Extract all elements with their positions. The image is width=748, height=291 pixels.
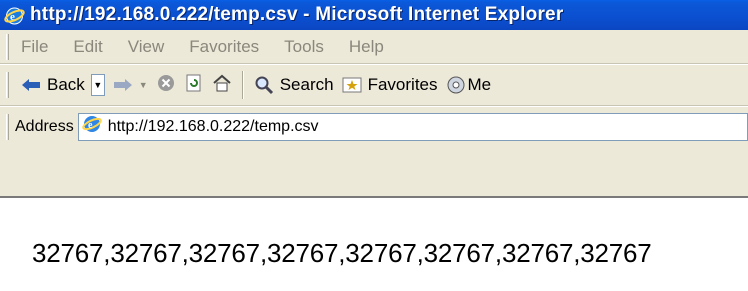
title-bar: e http://192.168.0.222/temp.csv - Micros… xyxy=(0,0,748,30)
refresh-icon xyxy=(184,73,204,98)
menu-favorites[interactable]: Favorites xyxy=(189,37,259,57)
stop-icon xyxy=(156,73,176,98)
search-icon xyxy=(254,75,274,95)
address-input[interactable]: e http://192.168.0.222/temp.csv xyxy=(77,112,748,141)
media-icon xyxy=(446,75,466,95)
chevron-down-icon: ▼ xyxy=(93,80,103,90)
menu-grip[interactable] xyxy=(6,33,9,60)
csv-text: 32767,32767,32767,32767,32767,32767,3276… xyxy=(32,238,652,268)
address-url: http://192.168.0.222/temp.csv xyxy=(107,117,319,135)
forward-button[interactable]: ▼ xyxy=(109,69,152,101)
forward-dropdown-icon: ▼ xyxy=(138,80,148,90)
home-button[interactable] xyxy=(208,69,236,101)
address-grip[interactable] xyxy=(6,113,9,140)
search-button[interactable]: Search xyxy=(250,69,338,101)
refresh-button[interactable] xyxy=(180,69,208,101)
forward-arrow-icon xyxy=(113,78,133,92)
home-icon xyxy=(212,73,232,98)
standard-toolbar: Back ▼ ▼ Search Favorites Me xyxy=(0,64,748,106)
favorites-icon xyxy=(342,76,362,94)
toolbar-separator xyxy=(241,71,244,99)
stop-button[interactable] xyxy=(152,69,180,101)
favorites-button[interactable]: Favorites xyxy=(338,69,442,101)
back-arrow-icon xyxy=(21,78,41,92)
media-label: Me xyxy=(467,75,492,94)
window-title: http://192.168.0.222/temp.csv - Microsof… xyxy=(30,4,564,25)
back-label: Back xyxy=(47,75,85,94)
back-button[interactable]: Back xyxy=(17,69,89,101)
search-label: Search xyxy=(279,75,334,94)
svg-text:e: e xyxy=(88,120,93,131)
menu-edit[interactable]: Edit xyxy=(73,37,102,57)
page-icon: e xyxy=(81,114,102,139)
address-label: Address xyxy=(15,117,74,135)
ie-logo-icon: e xyxy=(4,5,25,26)
toolbar-spacer xyxy=(0,146,748,196)
page-content: 32767,32767,32767,32767,32767,32767,3276… xyxy=(0,196,748,291)
favorites-label: Favorites xyxy=(367,75,438,94)
back-dropdown-button[interactable]: ▼ xyxy=(90,74,105,96)
menu-bar: File Edit View Favorites Tools Help xyxy=(0,30,748,64)
address-bar: Address e http://192.168.0.222/temp.csv xyxy=(0,106,748,146)
svg-text:e: e xyxy=(10,11,15,23)
menu-tools[interactable]: Tools xyxy=(284,37,324,57)
toolbar-grip[interactable] xyxy=(6,72,9,98)
menu-view[interactable]: View xyxy=(128,37,165,57)
menu-help[interactable]: Help xyxy=(349,37,384,57)
menu-file[interactable]: File xyxy=(21,37,48,57)
media-button[interactable]: Me xyxy=(442,69,496,101)
